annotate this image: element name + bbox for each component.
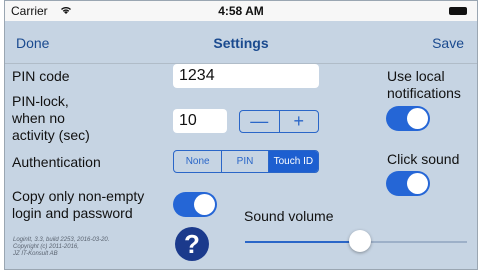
- copy-nonempty-label-line1: Copy only non-empty: [12, 188, 145, 204]
- pin-lock-label-line1: PIN-lock,: [12, 93, 69, 109]
- status-time: 4:58 AM: [218, 4, 264, 18]
- toggle-knob: [407, 108, 428, 129]
- toggle-knob: [407, 173, 428, 194]
- local-notifications-toggle[interactable]: [386, 106, 430, 131]
- decrement-button[interactable]: —: [240, 111, 280, 132]
- copy-nonempty-label-line2: login and password: [12, 205, 133, 221]
- about-line2: Copyright (c) 2011-2016,: [13, 244, 79, 250]
- authentication-segmented-control[interactable]: None PIN Touch ID: [173, 150, 319, 173]
- page-title: Settings: [213, 35, 269, 51]
- local-notifications-label-line1: Use local: [387, 68, 445, 84]
- app-window: Carrier 4:58 AM Done Settings Save PIN c…: [4, 0, 478, 270]
- slider-fill: [245, 241, 361, 243]
- click-sound-label: Click sound: [387, 151, 460, 167]
- slider-thumb[interactable]: [349, 230, 372, 252]
- sound-volume-label: Sound volume: [244, 208, 334, 224]
- about-text: LoginIt, 3.3, build 2253, 2016-03-20. Co…: [13, 237, 153, 258]
- click-sound-toggle[interactable]: [386, 171, 430, 196]
- toggle-knob: [194, 194, 215, 215]
- save-button[interactable]: Save: [432, 35, 464, 51]
- auth-option-touch-id[interactable]: Touch ID: [268, 151, 318, 172]
- help-icon[interactable]: ?: [175, 227, 209, 261]
- sound-volume-slider[interactable]: [245, 230, 467, 252]
- pin-lock-label-line2: when no: [12, 110, 65, 126]
- auth-option-none[interactable]: None: [174, 151, 223, 172]
- increment-button[interactable]: +: [280, 111, 319, 132]
- pin-lock-label-line3: activity (sec): [12, 127, 90, 143]
- authentication-label: Authentication: [12, 154, 101, 170]
- pin-code-input[interactable]: 1234: [173, 64, 319, 88]
- battery-icon: [449, 7, 467, 15]
- pin-lock-timeout-input[interactable]: 10: [173, 109, 227, 133]
- about-line3: JZ IT-Konsult AB: [13, 251, 58, 257]
- navigation-bar: Done Settings Save: [5, 21, 477, 64]
- about-line1: LoginIt, 3.3, build 2253, 2016-03-20.: [13, 237, 110, 243]
- pin-lock-stepper[interactable]: — +: [239, 110, 319, 133]
- status-bar: Carrier 4:58 AM: [5, 1, 477, 22]
- auth-option-pin[interactable]: PIN: [222, 151, 269, 172]
- local-notifications-label-line2: notifications: [387, 85, 461, 101]
- copy-nonempty-toggle[interactable]: [173, 192, 217, 217]
- pin-code-label: PIN code: [12, 68, 70, 84]
